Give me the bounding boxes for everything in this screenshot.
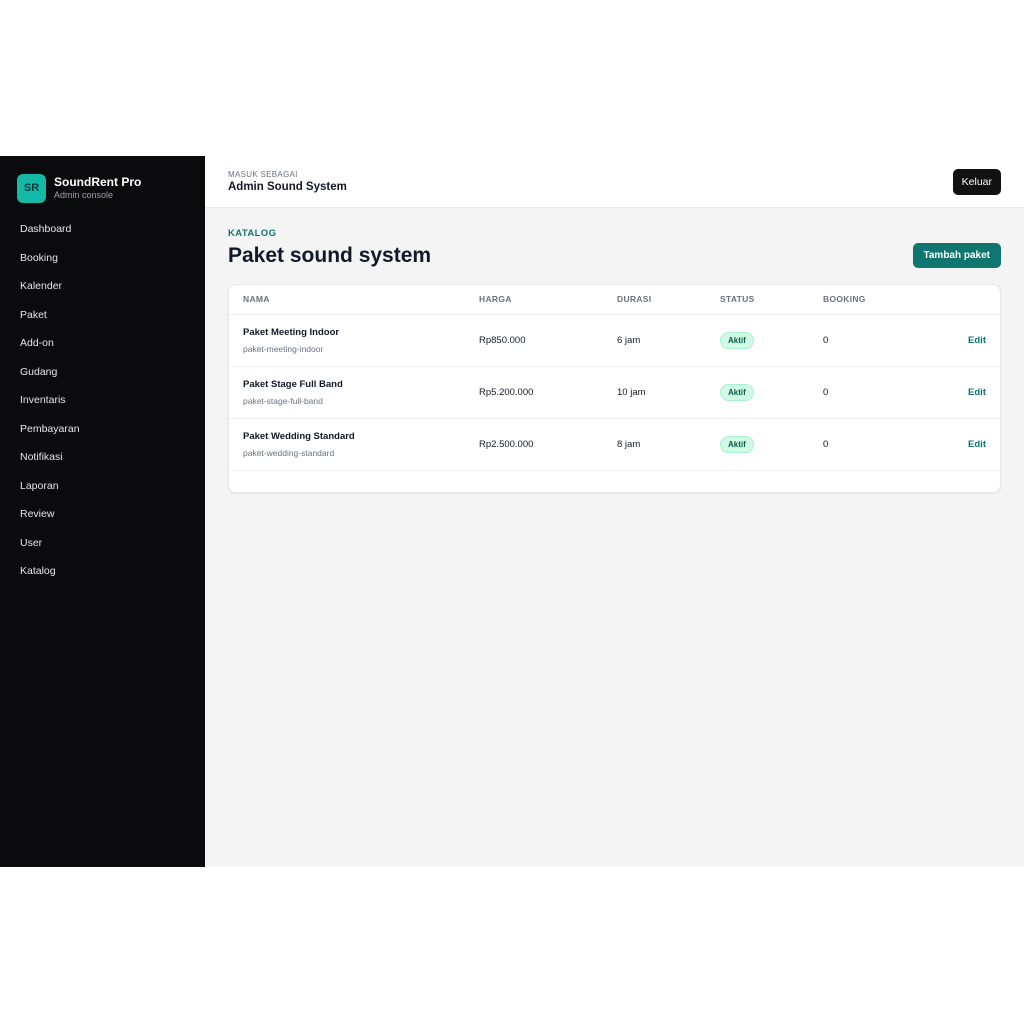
role-label: MASUK SEBAGAI <box>228 170 298 179</box>
package-status-cell: Aktif <box>720 366 823 419</box>
packages-table: NAMA HARGA DURASI STATUS BOOKING Paket M… <box>229 285 1000 471</box>
package-status-cell: Aktif <box>720 314 823 367</box>
sidebar: SR SoundRent Pro Admin console Dashboard… <box>0 156 205 867</box>
main-area: MASUK SEBAGAI Admin Sound System Keluar … <box>205 156 1024 867</box>
sidebar-item-inventaris[interactable]: Inventaris <box>0 386 205 415</box>
package-name-cell: Paket Meeting Indoor paket-meeting-indoo… <box>229 314 479 367</box>
brand-text: SoundRent Pro Admin console <box>54 175 141 201</box>
package-slug: paket-wedding-standard <box>243 447 335 458</box>
package-duration: 10 jam <box>617 366 720 419</box>
packages-table-card: NAMA HARGA DURASI STATUS BOOKING Paket M… <box>228 284 1001 493</box>
sidebar-item-paket[interactable]: Paket <box>0 301 205 330</box>
package-name-cell: Paket Wedding Standard paket-wedding-sta… <box>229 418 479 471</box>
package-price: Rp850.000 <box>479 314 617 367</box>
content: KATALOG Paket sound system Tambah paket … <box>205 208 1024 493</box>
column-header-durasi: DURASI <box>617 285 720 315</box>
sidebar-item-dashboard[interactable]: Dashboard <box>0 215 205 244</box>
brand-logo: SR <box>17 173 46 203</box>
app-shell: SR SoundRent Pro Admin console Dashboard… <box>0 156 1024 867</box>
brand: SR SoundRent Pro Admin console <box>0 156 205 208</box>
package-slug: paket-stage-full-band <box>243 395 323 406</box>
table-row: Paket Meeting Indoor paket-meeting-indoo… <box>229 314 1000 367</box>
logout-button[interactable]: Keluar <box>952 169 1001 195</box>
brand-name: SoundRent Pro <box>54 175 142 189</box>
sidebar-item-katalog[interactable]: Katalog <box>0 557 205 586</box>
package-name-cell: Paket Stage Full Band paket-stage-full-b… <box>229 366 479 419</box>
sidebar-item-add-on[interactable]: Add-on <box>0 329 205 358</box>
sidebar-nav: Dashboard Booking Kalender Paket Add-on … <box>0 215 205 586</box>
column-header-status: STATUS <box>720 285 823 315</box>
role-name: Admin Sound System <box>228 181 347 193</box>
package-bookings: 0 <box>823 366 923 419</box>
column-header-actions <box>923 285 1000 315</box>
edit-link[interactable]: Edit <box>968 387 986 398</box>
page-title: Paket sound system <box>228 244 432 267</box>
sidebar-item-laporan[interactable]: Laporan <box>0 472 205 501</box>
status-badge: Aktif <box>720 331 754 349</box>
package-action-cell: Edit <box>923 314 1000 367</box>
table-row: Paket Stage Full Band paket-stage-full-b… <box>229 366 1000 419</box>
sidebar-item-pembayaran[interactable]: Pembayaran <box>0 415 205 444</box>
table-row: Paket Wedding Standard paket-wedding-sta… <box>229 418 1000 471</box>
status-badge: Aktif <box>720 383 754 401</box>
package-action-cell: Edit <box>923 366 1000 419</box>
column-header-booking: BOOKING <box>823 285 923 315</box>
sidebar-item-user[interactable]: User <box>0 529 205 558</box>
package-price: Rp5.200.000 <box>479 366 617 419</box>
edit-link[interactable]: Edit <box>968 439 986 450</box>
column-header-harga: HARGA <box>479 285 617 315</box>
topbar: MASUK SEBAGAI Admin Sound System Keluar <box>205 156 1024 208</box>
package-bookings: 0 <box>823 418 923 471</box>
edit-link[interactable]: Edit <box>968 335 986 346</box>
sidebar-item-kalender[interactable]: Kalender <box>0 272 205 301</box>
sidebar-item-gudang[interactable]: Gudang <box>0 358 205 387</box>
package-bookings: 0 <box>823 314 923 367</box>
section-eyebrow: KATALOG <box>228 228 277 239</box>
package-action-cell: Edit <box>923 418 1000 471</box>
package-name: Paket Meeting Indoor <box>243 326 340 338</box>
column-header-nama: NAMA <box>229 285 479 315</box>
sidebar-item-booking[interactable]: Booking <box>0 244 205 273</box>
sidebar-item-notifikasi[interactable]: Notifikasi <box>0 443 205 472</box>
status-badge: Aktif <box>720 435 754 453</box>
package-slug: paket-meeting-indoor <box>243 343 324 354</box>
package-status-cell: Aktif <box>720 418 823 471</box>
package-duration: 6 jam <box>617 314 720 367</box>
package-price: Rp2.500.000 <box>479 418 617 471</box>
package-name: Paket Stage Full Band <box>243 378 343 390</box>
brand-subtitle: Admin console <box>54 190 114 200</box>
sidebar-item-review[interactable]: Review <box>0 500 205 529</box>
package-name: Paket Wedding Standard <box>243 430 355 442</box>
add-package-button[interactable]: Tambah paket <box>912 243 1001 268</box>
package-duration: 8 jam <box>617 418 720 471</box>
table-header-row: NAMA HARGA DURASI STATUS BOOKING <box>229 285 1000 315</box>
